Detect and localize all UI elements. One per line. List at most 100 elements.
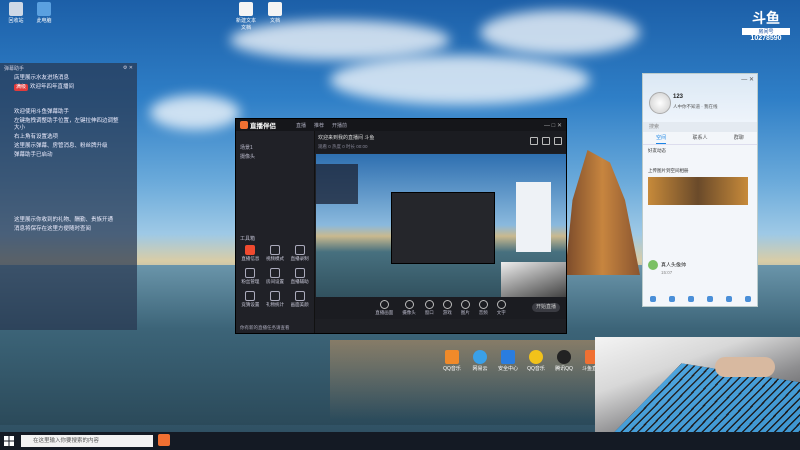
folder-icon[interactable] — [706, 296, 713, 302]
danmaku-assistant-panel[interactable]: 弹幕助手 ⚙ ✕ 店里展示水友进场消息 满级 欢迎年四年直播间 欢迎使用斗鱼弹幕助… — [0, 63, 137, 330]
source-window[interactable]: 窗口 — [424, 300, 434, 316]
desktop-icon-this-pc[interactable]: 此电脑 — [34, 2, 54, 24]
taskbar-app-icon[interactable] — [158, 434, 170, 446]
windows-start-icon[interactable] — [4, 436, 14, 446]
source-image[interactable]: 图片 — [460, 300, 470, 316]
tool-beauty[interactable]: 画面美颜 — [287, 291, 312, 308]
qq-status[interactable]: 人中你不知道 · 我在线 — [673, 104, 718, 110]
tool-label: 直播辅助 — [290, 279, 309, 284]
tool-stream-info[interactable]: 直播信息 — [238, 245, 263, 262]
monitor-icon — [379, 300, 389, 309]
source-game[interactable]: 游戏 — [442, 300, 452, 316]
window-controls[interactable]: — □ ✕ — [544, 122, 562, 129]
recycle-bin-icon — [9, 2, 23, 16]
gear-icon[interactable] — [744, 296, 751, 302]
tool-label: 礼物统计 — [265, 302, 284, 307]
cloud — [330, 55, 590, 105]
scene-item[interactable]: 场景1 — [236, 143, 314, 152]
source-audio[interactable]: 音频 — [478, 300, 488, 316]
qq-window[interactable]: — ✕ 123 人中你不知道 · 我在线 搜索 空间 联系人 群聊 好友动态 上… — [642, 73, 758, 307]
desktop-icon-app-2[interactable]: 网易云 — [470, 350, 490, 372]
tool-label: 房间设置 — [265, 279, 284, 284]
desktop-icon-label: 文档 — [269, 18, 280, 24]
panel-line: 弹幕助手已启动 — [14, 152, 123, 159]
panel-header[interactable]: 弹幕助手 ⚙ ✕ — [0, 63, 137, 73]
window-controls[interactable]: — ✕ — [741, 76, 754, 83]
qq-search-input[interactable]: 搜索 — [643, 122, 757, 132]
desktop-icon-app-3[interactable]: 安全中心 — [498, 350, 518, 372]
tab-prelive[interactable]: 开播前 — [332, 123, 347, 129]
feed-text[interactable]: 上传图片到空间相册 — [648, 168, 752, 174]
penguin-icon — [557, 350, 571, 364]
file-icon — [268, 2, 282, 16]
scene-item[interactable]: 摄像头 — [236, 152, 314, 161]
feed-title: 好友动态 — [648, 148, 666, 153]
title-bar[interactable]: 直播伴侣 直播 推荐 开播前 — □ ✕ — [236, 119, 566, 131]
tab-live[interactable]: 直播 — [296, 123, 306, 129]
app-logo: 直播伴侣 — [236, 120, 280, 130]
tool-assist[interactable]: 直播辅助 — [287, 268, 312, 285]
desktop-icon-label: 此电脑 — [36, 18, 52, 24]
tool-video-mode[interactable]: 视频模式 — [263, 245, 288, 262]
live-companion-window[interactable]: 直播伴侣 直播 推荐 开播前 — □ ✕ 场景1 摄像头 工具箱 直播信息 视频… — [235, 118, 567, 334]
gear-icon — [269, 268, 280, 278]
toolbox-grid: 直播信息 视频模式 直播录制 粉丝管理 房间设置 直播辅助 竞猜设置 礼物统计 … — [238, 245, 312, 308]
preview-nested-camera — [501, 262, 566, 302]
file-icon — [239, 2, 253, 16]
go-live-button[interactable]: 开始直播 — [532, 303, 560, 312]
taskbar-search-input[interactable]: 在这里输入你要搜索的内容 — [21, 435, 153, 447]
cloud-icon — [473, 350, 487, 364]
settings-icon[interactable]: ⚙ ✕ — [123, 65, 133, 71]
line-text: 右上角有设置选项 — [14, 134, 59, 140]
desktop-icon-recycle-bin[interactable]: 回收站 — [6, 2, 26, 24]
menu-icon[interactable] — [649, 296, 656, 302]
line-text: 这里展示你收到的礼物、酬勤、贵族开通 — [14, 217, 114, 223]
line-text: 这里展示弹幕、房管消息、粉丝牌升级 — [14, 143, 108, 149]
speaker-icon — [478, 300, 488, 309]
desktop-icon-app-1[interactable]: QQ音乐 — [442, 350, 462, 372]
desktop-icon-app-5[interactable]: 腾讯QQ — [554, 350, 574, 372]
search-placeholder: 在这里输入你要搜索的内容 — [33, 438, 100, 444]
chat-item[interactable]: 真人头像帅 15:07 — [648, 260, 686, 275]
tab-groups[interactable]: 群聊 — [734, 132, 744, 144]
qq-footer — [643, 292, 757, 306]
line-text: 欢迎使用斗鱼弹幕助手 — [14, 109, 70, 115]
text-icon — [496, 300, 506, 309]
settings-icon[interactable] — [554, 137, 562, 145]
panel-line: 消息将保存在这里方便随时查阅 — [14, 226, 123, 233]
tab-contacts[interactable]: 联系人 — [692, 132, 707, 144]
desktop-icon-app-4[interactable]: QQ音乐 — [526, 350, 546, 372]
source-label: 直播画面 — [375, 310, 394, 315]
tool-room-settings[interactable]: 房间设置 — [263, 268, 288, 285]
source-screen[interactable]: 直播画面 — [375, 300, 393, 316]
sidebar-footer[interactable]: 你有新的直播任务请查看 — [236, 323, 318, 333]
stream-preview[interactable] — [316, 154, 566, 312]
source-text[interactable]: 文字 — [496, 300, 506, 316]
gamepad-icon — [442, 300, 452, 309]
tool-gift-stats[interactable]: 礼物统计 — [263, 291, 288, 308]
line-text: 左键拖拽调整助手位置，左键拉伸四边调整大小 — [14, 118, 119, 131]
avatar[interactable] — [649, 92, 671, 114]
mail-icon[interactable] — [542, 137, 550, 145]
tab-recommend[interactable]: 推荐 — [314, 123, 324, 129]
panel-line: 满级 欢迎年四年直播间 — [14, 84, 123, 91]
qq-feed: 好友动态 上传图片到空间相册 — [643, 145, 757, 208]
chat-time: 15:07 — [661, 270, 673, 275]
contacts-icon[interactable] — [668, 296, 675, 302]
image-icon — [460, 300, 470, 309]
room-label: 房间号 — [742, 28, 790, 35]
source-label: 图片 — [460, 310, 470, 315]
app-icon[interactable] — [725, 296, 732, 302]
feed-image[interactable] — [648, 177, 748, 205]
panel-line: 这里展示你收到的礼物、酬勤、贵族开通 — [14, 217, 123, 224]
desktop-icon-text-file[interactable]: 新建文本文档 — [236, 2, 256, 31]
mail-icon[interactable] — [687, 296, 694, 302]
tab-space[interactable]: 空间 — [656, 132, 667, 144]
gift-icon — [269, 291, 280, 301]
tool-record[interactable]: 直播录制 — [287, 245, 312, 262]
share-icon[interactable] — [530, 137, 538, 145]
desktop-icon-document[interactable]: 文档 — [265, 2, 285, 24]
source-camera[interactable]: 摄像头 — [402, 300, 416, 316]
tool-fans[interactable]: 粉丝管理 — [238, 268, 263, 285]
tool-quiz[interactable]: 竞猜设置 — [238, 291, 263, 308]
